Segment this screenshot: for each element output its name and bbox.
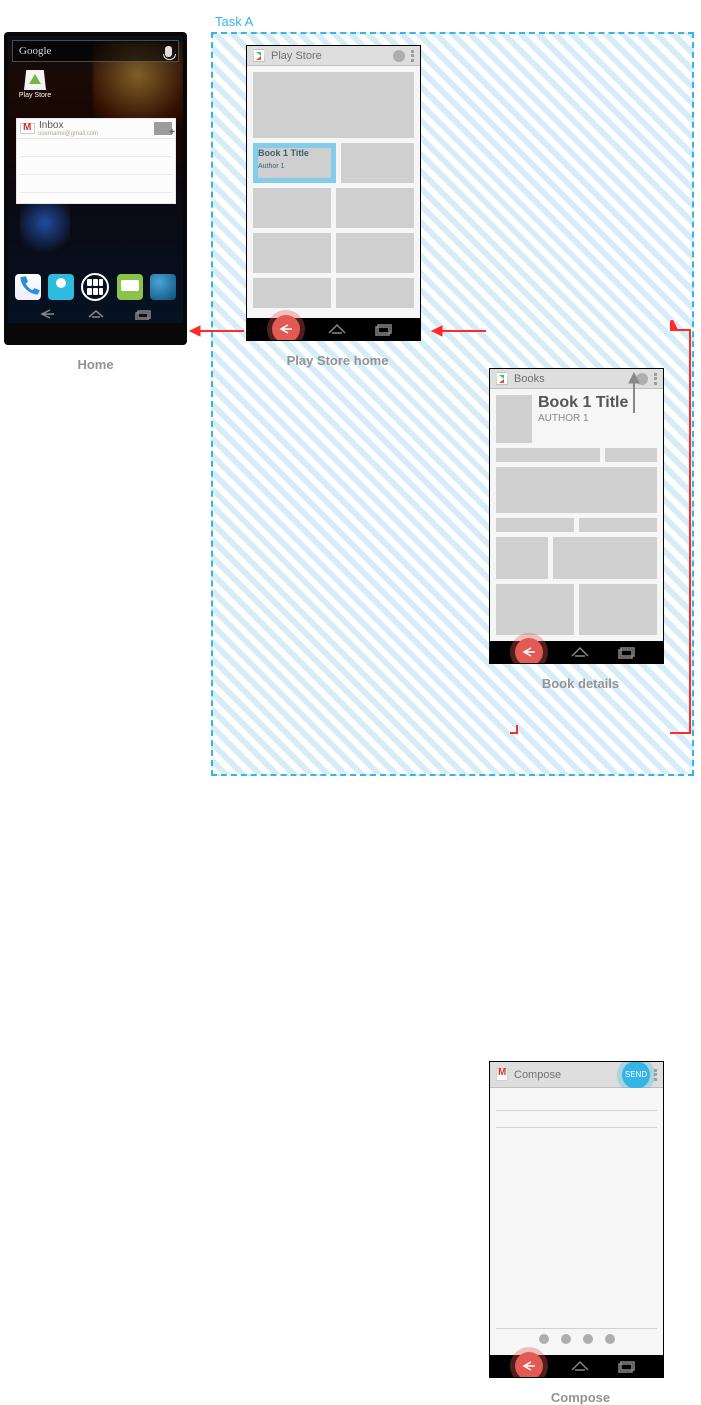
browser-app-icon[interactable] <box>150 274 176 300</box>
section <box>496 537 548 579</box>
book-title: Book 1 Title <box>258 148 331 163</box>
caption: Compose <box>489 1390 672 1405</box>
book-author: AUTHOR 1 <box>538 413 628 424</box>
back-button-highlighted[interactable] <box>272 315 300 341</box>
section <box>496 467 657 513</box>
overflow-icon[interactable] <box>654 373 657 385</box>
recents-icon[interactable] <box>134 308 154 320</box>
home-icon[interactable] <box>569 645 591 659</box>
action-icon[interactable] <box>393 50 405 62</box>
recents-icon[interactable] <box>616 1359 638 1373</box>
back-button-highlighted[interactable] <box>515 638 543 664</box>
recents-icon[interactable] <box>373 322 395 336</box>
toolbar-action[interactable] <box>605 1334 615 1344</box>
book-title: Book 1 Title <box>538 395 628 411</box>
task-label: Task A <box>215 14 253 29</box>
compose-icon[interactable] <box>154 122 172 135</box>
info-row <box>496 518 574 532</box>
app-bar: Compose SEND <box>490 1062 663 1088</box>
dock <box>8 271 183 303</box>
arrow-bookdetails-to-playstore <box>430 324 488 338</box>
section <box>496 584 574 635</box>
gmail-widget[interactable]: Inbox username@gmail.com <box>16 118 176 204</box>
tile[interactable] <box>253 233 331 273</box>
caption: Home <box>4 357 187 372</box>
apps-drawer-icon[interactable] <box>81 273 109 301</box>
play-store-app-icon[interactable]: Play Store <box>18 70 52 99</box>
caption: Play Store home <box>246 353 429 368</box>
shopping-bag-icon <box>24 70 46 90</box>
tile[interactable] <box>336 233 414 273</box>
home-icon[interactable] <box>326 322 348 336</box>
widget-subtitle: username@gmail.com <box>38 131 154 137</box>
app-bar: Play Store <box>247 46 420 66</box>
tile[interactable] <box>341 143 414 183</box>
section <box>579 584 657 635</box>
recents-icon[interactable] <box>616 645 638 659</box>
compose-phone: Compose SEND Compose <box>489 1061 672 1405</box>
phone-app-icon[interactable] <box>15 274 41 300</box>
tile[interactable] <box>253 188 331 228</box>
gmail-icon <box>496 1068 508 1081</box>
home-phone: Google Play Store Inbox username@gmail.c… <box>4 32 187 372</box>
search-label: Google <box>19 45 51 57</box>
tile[interactable] <box>336 278 414 308</box>
caption: Book details <box>489 676 672 691</box>
toolbar-action[interactable] <box>583 1334 593 1344</box>
arrow-compose-back-tail <box>490 725 520 745</box>
app-bar-title: Books <box>514 373 636 385</box>
overflow-icon[interactable] <box>654 1069 657 1081</box>
book-tile[interactable]: Book 1 Title Author 1 <box>253 143 336 183</box>
mic-icon[interactable] <box>165 46 172 57</box>
book-cover <box>496 395 532 443</box>
send-button[interactable]: SEND <box>622 1061 650 1089</box>
system-navbar <box>490 1355 663 1377</box>
messaging-app-icon[interactable] <box>117 274 143 300</box>
app-bar-title: Compose <box>514 1069 622 1081</box>
home-icon[interactable] <box>86 308 106 320</box>
arrow-compose-to-bookdetails <box>627 371 641 415</box>
section <box>553 537 657 579</box>
system-navbar <box>8 305 183 323</box>
widget-title: Inbox <box>39 120 154 131</box>
info-row <box>496 448 600 462</box>
gmail-icon <box>20 123 35 134</box>
app-label: Play Store <box>18 92 52 99</box>
compose-toolbar <box>496 1329 657 1349</box>
back-icon[interactable] <box>37 308 57 320</box>
system-navbar <box>490 641 663 663</box>
overflow-icon[interactable] <box>411 50 414 62</box>
playstore-phone: Play Store Book 1 Title Author 1 Play St… <box>246 45 429 368</box>
tile[interactable] <box>336 188 414 228</box>
back-button-highlighted[interactable] <box>515 1352 543 1378</box>
arrow-compose-back-path <box>670 320 700 740</box>
toolbar-action[interactable] <box>539 1334 549 1344</box>
bookdetails-phone: Books Book 1 Title AUTHOR 1 Book detail <box>489 368 672 691</box>
search-bar[interactable]: Google <box>12 40 179 62</box>
play-store-icon <box>253 49 265 62</box>
tile[interactable] <box>253 278 331 308</box>
info-row <box>605 448 657 462</box>
toolbar-action[interactable] <box>561 1334 571 1344</box>
app-bar-title: Play Store <box>271 50 393 62</box>
info-row <box>579 518 657 532</box>
home-icon[interactable] <box>569 1359 591 1373</box>
contacts-app-icon[interactable] <box>48 274 74 300</box>
system-navbar <box>247 318 420 340</box>
play-store-icon <box>496 372 508 385</box>
book-author: Author 1 <box>258 163 331 178</box>
hero-tile[interactable] <box>253 72 414 138</box>
arrow-playstore-to-home <box>188 324 246 338</box>
